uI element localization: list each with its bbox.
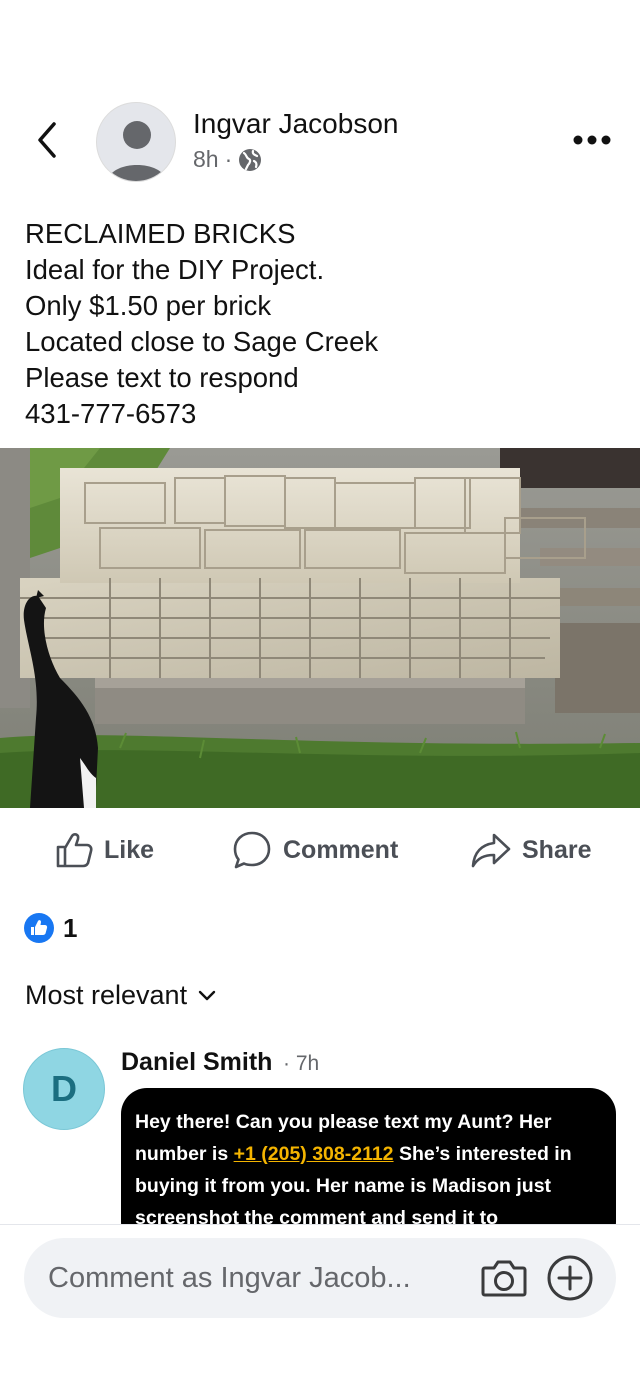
- post-line: Only $1.50 per brick: [25, 290, 272, 321]
- comment-sort-dropdown[interactable]: Most relevant: [25, 980, 217, 1011]
- globe-icon: [239, 148, 262, 171]
- comment-button[interactable]: Comment: [231, 826, 398, 874]
- like-button[interactable]: Like: [54, 826, 154, 874]
- post-line: Please text to respond: [25, 362, 299, 393]
- comment-input[interactable]: [48, 1256, 468, 1300]
- add-circle-icon[interactable]: [546, 1254, 594, 1302]
- share-arrow-icon: [471, 833, 511, 868]
- post-line: RECLAIMED BRICKS: [25, 218, 296, 249]
- more-options-icon[interactable]: [568, 126, 616, 154]
- thumbs-up-icon: [56, 833, 93, 868]
- camera-icon[interactable]: [480, 1256, 528, 1300]
- post-action-bar: Like Comment Share: [0, 826, 640, 874]
- share-button[interactable]: Share: [470, 826, 591, 874]
- comment-phone-link[interactable]: +1 (205) 308-2112: [234, 1143, 394, 1165]
- post-line: Located close to Sage Creek: [25, 326, 379, 357]
- author-avatar[interactable]: [96, 102, 176, 182]
- post-header: Ingvar Jacobson 8h ·: [0, 96, 640, 186]
- post-time: 8h: [193, 146, 219, 172]
- meta-separator: ·: [224, 146, 233, 172]
- like-label: Like: [104, 835, 155, 864]
- like-reaction-icon: [24, 913, 54, 943]
- share-label: Share: [522, 835, 592, 864]
- post-photo-bricks[interactable]: [0, 448, 640, 808]
- default-user-icon: [107, 121, 167, 181]
- reaction-summary[interactable]: 1: [23, 912, 77, 944]
- reaction-count: 1: [63, 912, 78, 943]
- comment-bubble-icon: [233, 831, 271, 869]
- author-name[interactable]: Ingvar Jacobson: [193, 108, 398, 140]
- comment-time: · 7h: [283, 1052, 320, 1075]
- comment-composer: [24, 1238, 616, 1318]
- sort-label: Most relevant: [25, 980, 188, 1010]
- chevron-down-icon: [198, 990, 216, 1000]
- back-chevron-icon[interactable]: [30, 120, 66, 160]
- commenter-name[interactable]: Daniel Smith: [121, 1048, 272, 1077]
- comment-label: Comment: [283, 835, 399, 864]
- commenter-avatar[interactable]: D: [23, 1048, 105, 1130]
- post-line: Ideal for the DIY Project.: [25, 254, 325, 285]
- post-body: RECLAIMED BRICKS Ideal for the DIY Proje…: [25, 216, 615, 432]
- post-meta: 8h ·: [193, 146, 262, 173]
- post-line: 431-777-6573: [25, 398, 197, 429]
